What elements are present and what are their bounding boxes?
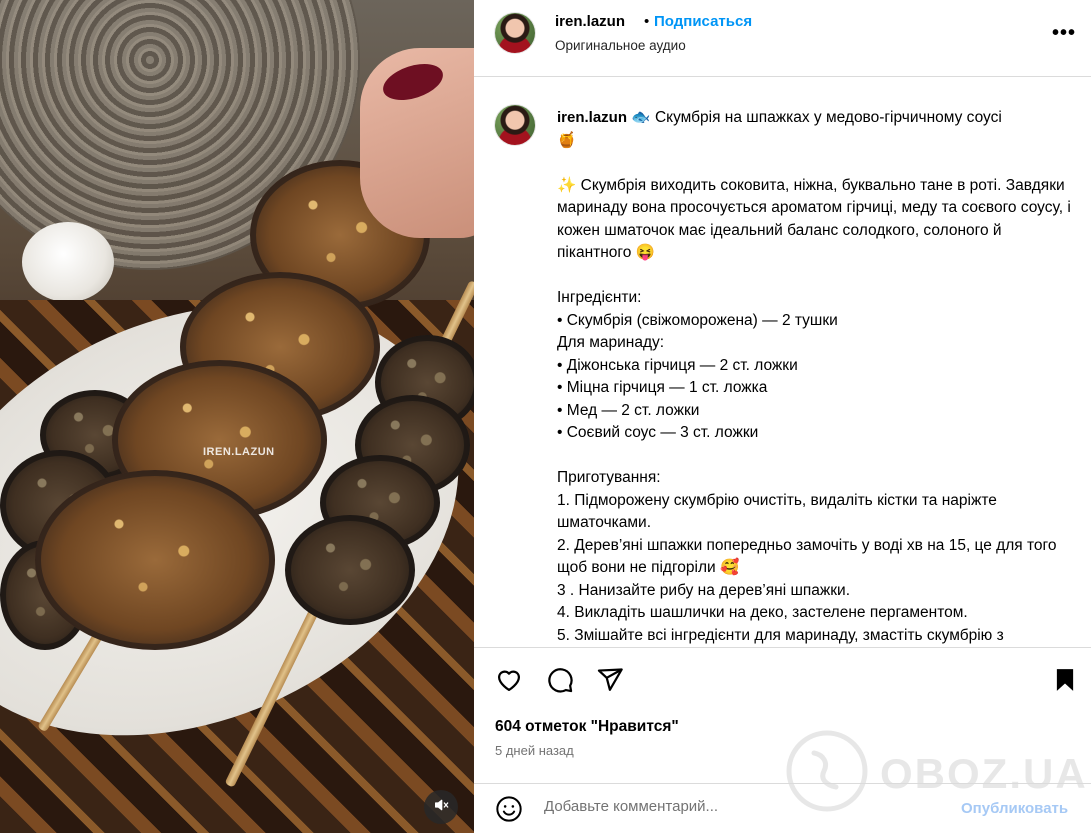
fish-piece-back xyxy=(285,515,415,625)
comment-input[interactable] xyxy=(544,798,924,815)
author-username[interactable]: iren.lazun xyxy=(555,13,625,30)
caption-intro: Скумбрія виходить соковита, ніжна, буква… xyxy=(557,176,1071,262)
garlic-bulb xyxy=(22,222,114,302)
ingredients-heading: Інгредієнти: xyxy=(557,289,642,306)
comment-bar: Опубликовать xyxy=(474,783,1091,834)
share-button[interactable] xyxy=(595,667,625,697)
marinade-item: • Соєвий соус — 3 ст. ложки xyxy=(557,424,759,441)
step-item: 3 . Нанизайте рибу на дерев’яні шпажки. xyxy=(557,581,851,599)
emoji-button[interactable] xyxy=(495,795,523,823)
fish-emoji: 🐟 xyxy=(631,109,651,126)
author-avatar[interactable] xyxy=(495,13,535,53)
audio-link[interactable]: Оригинальное аудио xyxy=(555,38,686,53)
mute-button[interactable] xyxy=(424,790,458,824)
more-options-icon[interactable]: ••• xyxy=(1052,22,1076,45)
post-header: iren.lazun • Подписаться Оригинальное ау… xyxy=(474,0,1091,77)
steps-heading: Приготування: xyxy=(557,469,661,486)
step-item: 5. Змішайте всі інгредієнти для маринаду… xyxy=(557,626,1004,644)
sparkles-emoji: ✨ xyxy=(557,176,577,194)
honey-emoji: 🍯 xyxy=(557,131,577,149)
comment-button[interactable] xyxy=(545,667,575,697)
tongue-emoji: 😝 xyxy=(635,244,655,261)
step-item: 2. Дерев’яні шпажки попередньо замочіть … xyxy=(557,536,1057,577)
caption-area: iren.lazun 🐟 Скумбрія на шпажках у медов… xyxy=(474,77,1091,647)
save-button[interactable] xyxy=(1050,667,1080,697)
ingredient-item: • Скумбрія (свіжоморожена) — 2 тушки xyxy=(557,311,838,329)
marinade-item: • Діжонська гірчиця — 2 ст. ложки xyxy=(557,356,798,374)
caption-title: Скумбрія на шпажках у медово-гірчичному … xyxy=(654,109,1002,126)
caption-username[interactable]: iren.lazun xyxy=(557,109,627,126)
caption-text: iren.lazun 🐟 Скумбрія на шпажках у медов… xyxy=(557,107,1077,647)
post-media[interactable]: IREN.LAZUN xyxy=(0,0,474,833)
marinade-item: • Міцна гірчиця — 1 ст. ложка xyxy=(557,379,768,396)
image-watermark: IREN.LAZUN xyxy=(203,446,275,458)
marinade-item: • Мед — 2 ст. ложки xyxy=(557,401,700,419)
heart-icon xyxy=(495,666,523,699)
fish-piece xyxy=(35,470,275,650)
share-icon xyxy=(596,666,624,699)
caption-avatar[interactable] xyxy=(495,105,535,145)
post-panel: iren.lazun • Подписаться Оригинальное ау… xyxy=(474,0,1091,833)
emoji-icon xyxy=(495,796,523,827)
like-button[interactable] xyxy=(494,667,524,697)
post-timestamp[interactable]: 5 дней назад xyxy=(495,743,574,758)
step-item: 4. Викладіть шашлички на деко, застелене… xyxy=(557,604,968,621)
bookmark-icon xyxy=(1052,666,1078,699)
step-item: 1. Підморожену скумбрію очистіть, видалі… xyxy=(557,491,997,532)
marinade-heading: Для маринаду: xyxy=(557,334,665,351)
publish-button[interactable]: Опубликовать xyxy=(961,800,1068,817)
likes-count[interactable]: 604 отметок "Нравится" xyxy=(495,718,679,736)
separator-dot: • xyxy=(644,13,650,30)
comment-icon xyxy=(546,666,574,699)
follow-button[interactable]: Подписаться xyxy=(654,13,752,30)
speaker-muted-icon xyxy=(433,797,449,818)
